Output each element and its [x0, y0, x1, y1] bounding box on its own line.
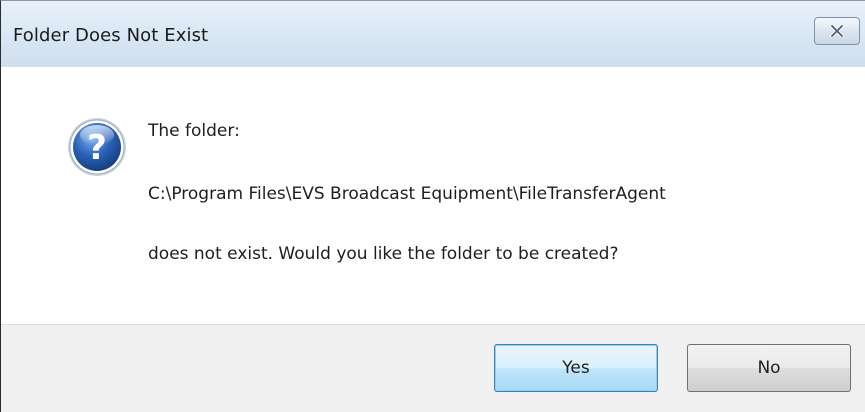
no-button[interactable]: No — [687, 344, 851, 392]
message-folder-path: C:\Program Files\EVS Broadcast Equipment… — [148, 184, 666, 204]
dialog-content: ? The folder: C:\Program Files\EVS Broad… — [1, 67, 865, 324]
message-question: does not exist. Would you like the folde… — [148, 244, 619, 264]
close-icon — [830, 25, 844, 37]
title-bar[interactable]: Folder Does Not Exist — [1, 1, 865, 67]
question-icon: ? — [65, 115, 129, 179]
svg-text:?: ? — [87, 128, 107, 168]
button-bar: Yes No — [1, 324, 865, 412]
dialog-title: Folder Does Not Exist — [13, 25, 209, 46]
message-line-intro: The folder: — [148, 121, 240, 141]
close-button[interactable] — [814, 17, 860, 45]
yes-button[interactable]: Yes — [494, 344, 658, 392]
dialog-window: Folder Does Not Exist ? The folder: C:\P… — [0, 0, 865, 412]
